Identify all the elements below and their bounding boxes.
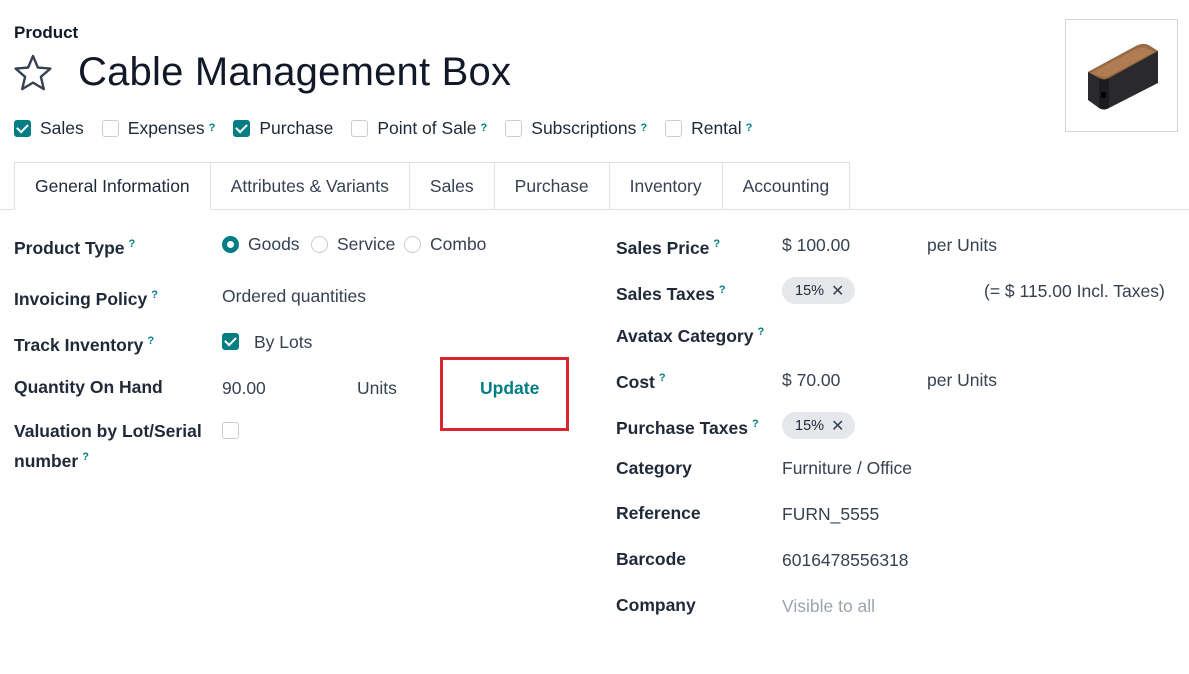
close-icon[interactable]: ✕: [831, 281, 844, 301]
help-tooltip-icon[interactable]: ?: [640, 122, 647, 134]
avatax-category-label: Avatax Category?: [616, 319, 764, 349]
product-type-goods[interactable]: Goods: [222, 231, 300, 257]
barcode-label: Barcode: [616, 549, 687, 569]
help-tooltip-icon[interactable]: ?: [209, 122, 216, 134]
breadcrumb[interactable]: Product: [14, 23, 78, 43]
help-tooltip-icon[interactable]: ?: [147, 335, 154, 347]
update-quantity-button[interactable]: Update: [480, 375, 539, 401]
flag-pos-label: Point of Sale: [377, 117, 477, 138]
help-tooltip-icon[interactable]: ?: [752, 418, 759, 430]
invoicing-policy-field[interactable]: Ordered quantities: [222, 283, 366, 309]
point-of-sale-checkbox[interactable]: [351, 119, 369, 137]
sales-price-uom: per Units: [927, 235, 998, 255]
service-label: Service: [337, 233, 396, 254]
track-inventory-checkbox[interactable]: [222, 333, 239, 350]
sales-price-label: Sales Price?: [616, 231, 720, 261]
sales-tax-tag[interactable]: 15% ✕: [782, 277, 856, 304]
product-type-label-text: Product Type: [14, 237, 125, 258]
help-tooltip-icon[interactable]: ?: [746, 122, 753, 134]
sales-price-label-text: Sales Price: [616, 237, 710, 258]
sales-taxes-incl-amount: (= $ 115.00 Incl. Taxes): [984, 281, 1165, 301]
flag-subscriptions[interactable]: Subscriptions ?: [505, 118, 647, 139]
cost-uom: per Units: [927, 370, 998, 390]
purchase-taxes-label-text: Purchase Taxes: [616, 417, 748, 438]
subscriptions-checkbox[interactable]: [505, 119, 523, 137]
track-inventory-label-text: Track Inventory: [14, 334, 144, 355]
tab-general-information[interactable]: General Information: [14, 162, 211, 210]
help-tooltip-icon[interactable]: ?: [129, 238, 136, 250]
flag-point-of-sale[interactable]: Point of Sale ?: [351, 118, 487, 139]
sales-tax-tag-label: 15%: [795, 282, 825, 299]
expenses-checkbox[interactable]: [101, 119, 119, 137]
sales-checkbox[interactable]: [14, 119, 31, 137]
flag-expenses-label: Expenses: [127, 117, 205, 138]
quantity-on-hand-label: Quantity On Hand: [14, 377, 163, 397]
invoicing-policy-label-text: Invoicing Policy: [14, 288, 148, 309]
goods-label: Goods: [248, 233, 300, 254]
valuation-label-line2: number: [14, 450, 79, 471]
flag-purchase-label: Purchase: [259, 117, 334, 138]
notebook-tabs: General Information Attributes & Variant…: [14, 162, 851, 210]
flag-rental[interactable]: Rental ?: [665, 118, 752, 139]
track-inventory-method-field[interactable]: By Lots: [254, 329, 312, 355]
flag-rental-label: Rental: [691, 117, 742, 138]
rental-checkbox[interactable]: [665, 119, 683, 137]
combo-radio[interactable]: [404, 235, 421, 253]
quantity-on-hand-value: 90.00: [222, 378, 266, 398]
product-flags: Sales Expenses ? Purchase Point of Sale …: [14, 116, 770, 140]
barcode-field[interactable]: 6016478556318: [782, 547, 909, 573]
flag-purchase[interactable]: Purchase: [233, 118, 333, 139]
help-tooltip-icon[interactable]: ?: [659, 372, 666, 384]
service-radio[interactable]: [311, 235, 328, 253]
star-icon[interactable]: [13, 53, 53, 93]
category-label: Category: [616, 458, 692, 478]
sales-taxes-label: Sales Taxes?: [616, 277, 726, 307]
page-title[interactable]: Cable Management Box: [78, 50, 511, 95]
cable-box-image-icon: [1088, 44, 1158, 110]
company-label: Company: [616, 595, 696, 615]
flag-sales[interactable]: Sales: [14, 118, 84, 139]
cost-label: Cost?: [616, 365, 666, 395]
product-type-service[interactable]: Service: [311, 231, 395, 257]
tab-attributes-variants[interactable]: Attributes & Variants: [210, 162, 410, 210]
tab-purchase[interactable]: Purchase: [494, 162, 610, 210]
company-field[interactable]: Visible to all: [782, 593, 875, 619]
flag-expenses[interactable]: Expenses ?: [101, 117, 216, 139]
help-tooltip-icon[interactable]: ?: [757, 326, 764, 338]
tab-inventory[interactable]: Inventory: [609, 162, 723, 210]
category-field[interactable]: Furniture / Office: [782, 455, 912, 481]
reference-field[interactable]: FURN_5555: [782, 501, 879, 527]
help-tooltip-icon[interactable]: ?: [713, 238, 720, 250]
flag-sales-label: Sales: [40, 117, 84, 138]
avatax-category-label-text: Avatax Category: [616, 325, 754, 346]
purchase-tax-tag-label: 15%: [795, 417, 825, 434]
sales-price-field[interactable]: $ 100.00: [782, 232, 850, 258]
purchase-checkbox[interactable]: [233, 119, 251, 137]
product-type-label: Product Type?: [14, 231, 135, 261]
purchase-tax-tag[interactable]: 15% ✕: [782, 412, 856, 439]
close-icon[interactable]: ✕: [831, 416, 844, 436]
track-inventory-label: Track Inventory?: [14, 328, 154, 358]
help-tooltip-icon[interactable]: ?: [151, 289, 158, 301]
quantity-on-hand-uom: Units: [357, 378, 397, 398]
reference-label: Reference: [616, 503, 701, 523]
invoicing-policy-label: Invoicing Policy?: [14, 282, 158, 312]
flag-subscriptions-label: Subscriptions: [531, 117, 637, 138]
tab-accounting[interactable]: Accounting: [722, 162, 851, 210]
tab-sales[interactable]: Sales: [409, 162, 495, 210]
goods-radio[interactable]: [222, 235, 239, 253]
valuation-lot-serial-checkbox[interactable]: [222, 422, 239, 439]
help-tooltip-icon[interactable]: ?: [719, 284, 726, 296]
cost-label-text: Cost: [616, 371, 655, 392]
cost-field[interactable]: $ 70.00: [782, 367, 840, 393]
sales-taxes-label-text: Sales Taxes: [616, 283, 715, 304]
purchase-taxes-label: Purchase Taxes?: [616, 411, 759, 441]
help-tooltip-icon[interactable]: ?: [82, 451, 89, 463]
product-type-combo[interactable]: Combo: [404, 231, 486, 257]
product-image[interactable]: [1065, 19, 1178, 132]
valuation-lot-serial-label: Valuation by Lot/Serial number?: [14, 418, 202, 474]
help-tooltip-icon[interactable]: ?: [481, 122, 488, 134]
valuation-label-line1: Valuation by Lot/Serial: [14, 421, 202, 441]
combo-label: Combo: [430, 233, 487, 254]
